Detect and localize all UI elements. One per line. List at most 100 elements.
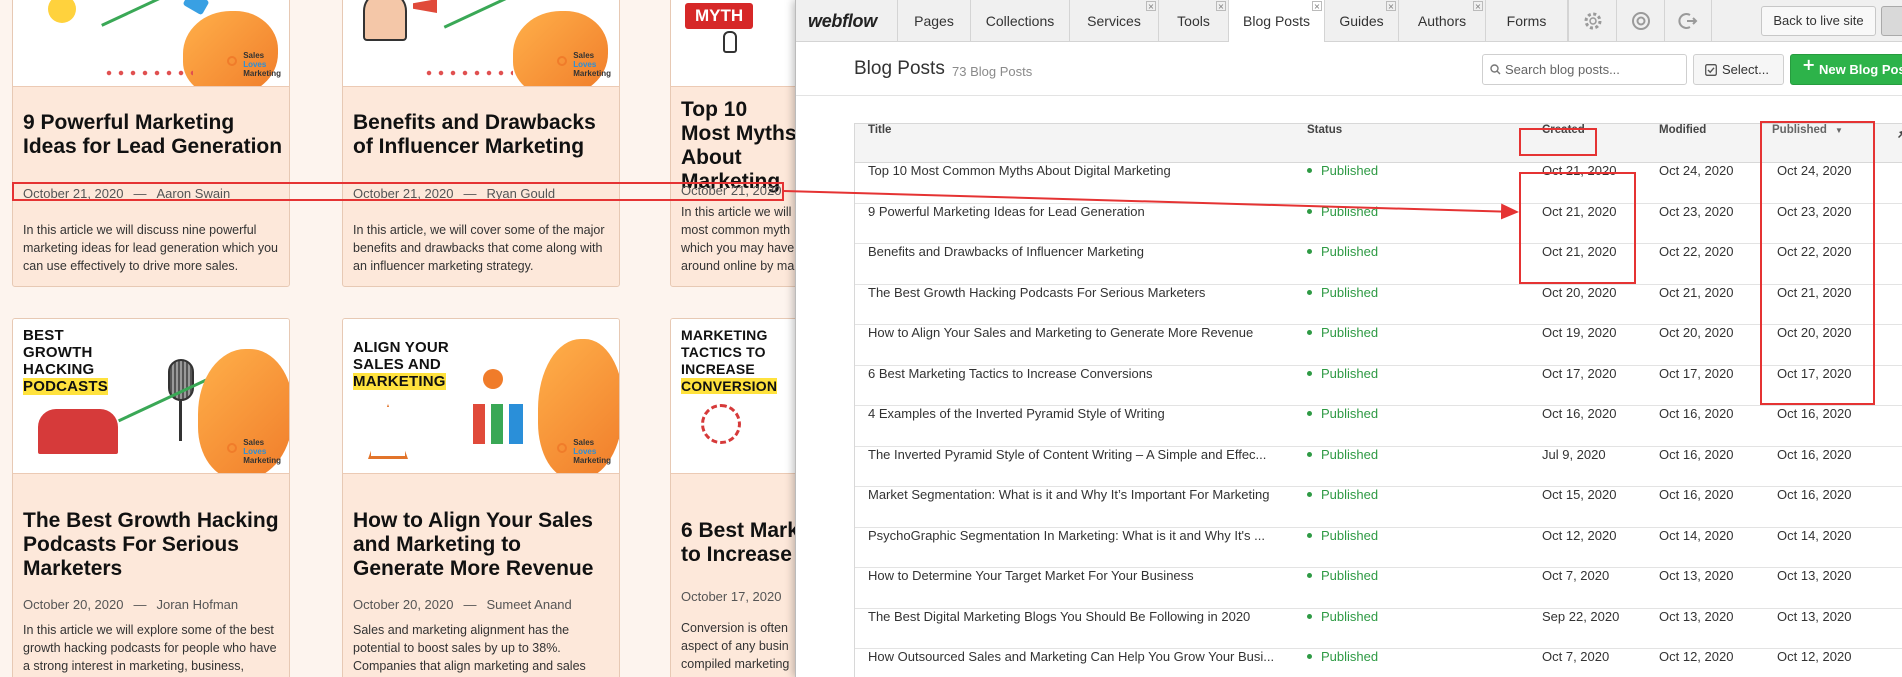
table-row[interactable]: The Best Digital Marketing Blogs You Sho… bbox=[855, 608, 1902, 649]
collection-header: Blog Posts 73 Blog Posts Select... + New… bbox=[796, 42, 1902, 96]
card-excerpt: Conversion is often aspect of any busin … bbox=[681, 621, 790, 671]
row-title[interactable]: How Outsourced Sales and Marketing Can H… bbox=[868, 649, 1298, 677]
page-title: Blog Posts bbox=[854, 58, 945, 79]
table-row[interactable]: How to Determine Your Target Market For … bbox=[855, 568, 1902, 609]
table-row[interactable]: 9 Powerful Marketing Ideas for Lead Gene… bbox=[855, 203, 1902, 244]
row-created: Oct 16, 2020 bbox=[1542, 406, 1617, 421]
card-thumbnail: ALIGN YOUR SALES AND MARKETING Sales Loves M… bbox=[343, 319, 619, 474]
megaphone-icon bbox=[413, 0, 437, 13]
row-status: Published bbox=[1307, 528, 1378, 568]
help-lifebuoy-icon[interactable] bbox=[1616, 0, 1664, 42]
table-row[interactable]: The Best Growth Hacking Podcasts For Ser… bbox=[855, 285, 1902, 325]
blog-card[interactable]: MARKETING TACTICS TO INCREASE CONVERSION 6 … bbox=[670, 318, 795, 677]
row-modified: Oct 23, 2020 bbox=[1659, 203, 1734, 219]
blog-card[interactable]: MYTH Top 10 Most Myths About Marketing O… bbox=[670, 0, 795, 287]
column-status[interactable]: Status bbox=[1307, 124, 1342, 163]
card-excerpt: Sales and marketing alignment has the po… bbox=[353, 623, 586, 673]
pin-icon[interactable] bbox=[1897, 124, 1902, 163]
row-title[interactable]: Top 10 Most Common Myths About Digital M… bbox=[868, 163, 1298, 203]
close-icon[interactable]: × bbox=[1146, 1, 1156, 11]
card-title[interactable]: Top 10 Most Myths About Marketing bbox=[681, 98, 795, 194]
table-row[interactable]: 4 Examples of the Inverted Pyramid Style… bbox=[855, 406, 1902, 447]
card-title[interactable]: How to Align Your Sales and Marketing to… bbox=[353, 509, 615, 581]
logout-icon[interactable] bbox=[1664, 0, 1712, 42]
card-title[interactable]: The Best Growth Hacking Podcasts For Ser… bbox=[23, 509, 285, 581]
annotation-box-created-values bbox=[1519, 172, 1636, 284]
table-row[interactable]: 6 Best Marketing Tactics to Increase Con… bbox=[855, 365, 1902, 406]
close-icon[interactable]: × bbox=[1386, 1, 1396, 11]
row-title[interactable]: Benefits and Drawbacks of Influencer Mar… bbox=[868, 244, 1298, 284]
tab-services[interactable]: Services × bbox=[1069, 0, 1158, 42]
tab-forms[interactable]: Forms bbox=[1485, 0, 1568, 42]
row-status: Published bbox=[1307, 244, 1378, 284]
post-count: 73 Blog Posts bbox=[952, 64, 1033, 79]
row-title[interactable]: The Inverted Pyramid Style of Content Wr… bbox=[868, 447, 1298, 487]
brand-logo: Sales Loves Marketing bbox=[557, 51, 611, 78]
dots-decoration bbox=[103, 69, 193, 77]
row-status: Published bbox=[1307, 406, 1378, 446]
status-dot-icon bbox=[1307, 208, 1312, 214]
checkbox-icon bbox=[1705, 64, 1717, 76]
tab-authors[interactable]: Authors × bbox=[1398, 0, 1485, 42]
tab-collections[interactable]: Collections bbox=[970, 0, 1069, 42]
tab-tools[interactable]: Tools × bbox=[1158, 0, 1228, 42]
card-excerpt: In this article, we will cover some of t… bbox=[353, 223, 605, 273]
card-title[interactable]: 6 Best Mark to Increase bbox=[681, 519, 795, 567]
row-title[interactable]: 6 Best Marketing Tactics to Increase Con… bbox=[868, 366, 1298, 406]
bar-chart-icon bbox=[473, 404, 523, 444]
row-created: Oct 17, 2020 bbox=[1542, 365, 1617, 381]
gear-icon[interactable] bbox=[1568, 0, 1616, 42]
tab-blog-posts[interactable]: Blog Posts × bbox=[1228, 0, 1324, 43]
table-row[interactable]: The Inverted Pyramid Style of Content Wr… bbox=[855, 447, 1902, 487]
card-title[interactable]: Benefits and Drawbacks of Influencer Mar… bbox=[353, 111, 615, 159]
row-published: Oct 13, 2020 bbox=[1777, 608, 1852, 624]
row-title[interactable]: PsychoGraphic Segmentation In Marketing:… bbox=[868, 528, 1298, 568]
row-published: Oct 16, 2020 bbox=[1777, 406, 1852, 421]
row-status: Published bbox=[1307, 204, 1378, 244]
close-icon[interactable]: × bbox=[1216, 1, 1226, 11]
row-title[interactable]: 9 Powerful Marketing Ideas for Lead Gene… bbox=[868, 204, 1298, 244]
row-title[interactable]: How to Determine Your Target Market For … bbox=[868, 568, 1298, 608]
blog-card[interactable]: ALIGN YOUR SALES AND MARKETING Sales Loves M… bbox=[342, 318, 620, 677]
card-thumbnail: BEST GROWTH HACKING PODCASTS Sales Loves Mark… bbox=[13, 319, 289, 474]
screenshot-root: Sales Loves Marketing 9 Powerful Marketing… bbox=[0, 0, 1902, 677]
back-to-live-site-button[interactable]: Back to live site bbox=[1761, 6, 1876, 36]
search-box[interactable] bbox=[1482, 54, 1687, 85]
row-created: Oct 19, 2020 bbox=[1542, 325, 1617, 340]
tab-pages[interactable]: Pages bbox=[897, 0, 970, 42]
select-button[interactable]: Select... bbox=[1693, 54, 1784, 85]
row-title[interactable]: The Best Digital Marketing Blogs You Sho… bbox=[868, 609, 1298, 649]
tab-guides[interactable]: Guides × bbox=[1324, 0, 1398, 42]
row-modified: Oct 17, 2020 bbox=[1659, 365, 1734, 381]
blog-card[interactable]: BEST GROWTH HACKING PODCASTS Sales Loves Mark… bbox=[12, 318, 290, 677]
thumb-title: ALIGN YOUR SALES AND MARKETING bbox=[353, 339, 449, 390]
table-row[interactable]: How Outsourced Sales and Marketing Can H… bbox=[855, 649, 1902, 677]
column-modified[interactable]: Modified bbox=[1659, 124, 1706, 163]
webflow-logo[interactable]: webflow bbox=[808, 11, 877, 32]
column-title[interactable]: Title bbox=[868, 124, 891, 163]
search-input[interactable] bbox=[1505, 55, 1685, 84]
status-dot-icon bbox=[1307, 492, 1312, 498]
table-row[interactable]: PsychoGraphic Segmentation In Marketing:… bbox=[855, 528, 1902, 568]
new-blog-post-button[interactable]: + New Blog Posts bbox=[1790, 54, 1902, 85]
table-row[interactable]: Benefits and Drawbacks of Influencer Mar… bbox=[855, 244, 1902, 285]
brand-logo: Sales Loves Marketing bbox=[557, 438, 611, 465]
table-row[interactable]: Top 10 Most Common Myths About Digital M… bbox=[855, 163, 1902, 204]
blog-card[interactable]: Sales Loves Marketing 9 Powerful Marketing… bbox=[12, 0, 290, 287]
card-title[interactable]: 9 Powerful Marketing Ideas for Lead Gene… bbox=[23, 111, 285, 159]
status-dot-icon bbox=[1307, 370, 1312, 376]
card-meta: October 20, 2020— Sumeet Anand bbox=[353, 597, 572, 612]
overflow-button[interactable] bbox=[1881, 6, 1902, 36]
card-thumbnail: MYTH bbox=[671, 0, 795, 87]
table-row[interactable]: Market Segmentation: What is it and Why … bbox=[855, 487, 1902, 528]
blog-card[interactable]: Sales Loves Marketing Benefits and Drawbac… bbox=[342, 0, 620, 287]
table-row[interactable]: How to Align Your Sales and Marketing to… bbox=[855, 325, 1902, 366]
webflow-editor-panel: webflow Pages Collections Services × Tool… bbox=[795, 0, 1902, 677]
row-title[interactable]: The Best Growth Hacking Podcasts For Ser… bbox=[868, 285, 1298, 325]
row-title[interactable]: 4 Examples of the Inverted Pyramid Style… bbox=[868, 406, 1298, 446]
row-title[interactable]: How to Align Your Sales and Marketing to… bbox=[868, 325, 1298, 365]
close-icon[interactable]: × bbox=[1473, 1, 1483, 11]
status-dot-icon bbox=[1307, 249, 1312, 255]
row-title[interactable]: Market Segmentation: What is it and Why … bbox=[868, 487, 1298, 527]
close-icon[interactable]: × bbox=[1312, 1, 1322, 11]
